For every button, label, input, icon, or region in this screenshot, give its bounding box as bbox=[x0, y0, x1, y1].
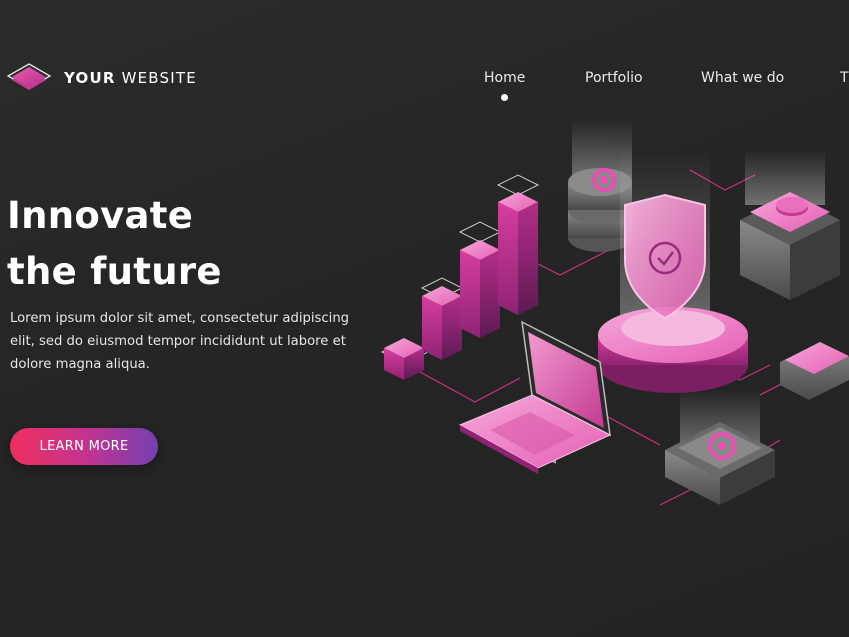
hero-title-line-2: the future bbox=[7, 250, 222, 293]
hero-title: Innovate the future bbox=[7, 188, 222, 300]
nav-item-portfolio[interactable]: Portfolio bbox=[585, 70, 643, 86]
hero-description: Lorem ipsum dolor sit amet, consectetur … bbox=[10, 311, 350, 372]
isometric-illustration bbox=[380, 120, 849, 506]
gear-server-icon bbox=[665, 390, 775, 505]
bar-chart-icon bbox=[380, 174, 540, 380]
nav-item-home[interactable]: Home bbox=[484, 70, 525, 86]
server-stack-small-icon bbox=[780, 342, 849, 400]
active-nav-indicator bbox=[501, 94, 508, 101]
nav-item-truncated[interactable]: T bbox=[840, 70, 849, 86]
server-stack-icon bbox=[740, 150, 840, 300]
nav-item-what-we-do[interactable]: What we do bbox=[701, 70, 784, 86]
shield-check-icon bbox=[598, 150, 748, 393]
main-nav: Home Portfolio What we do T bbox=[0, 70, 849, 110]
learn-more-button[interactable]: LEARN MORE bbox=[10, 428, 158, 465]
hero-title-line-1: Innovate bbox=[7, 194, 194, 237]
